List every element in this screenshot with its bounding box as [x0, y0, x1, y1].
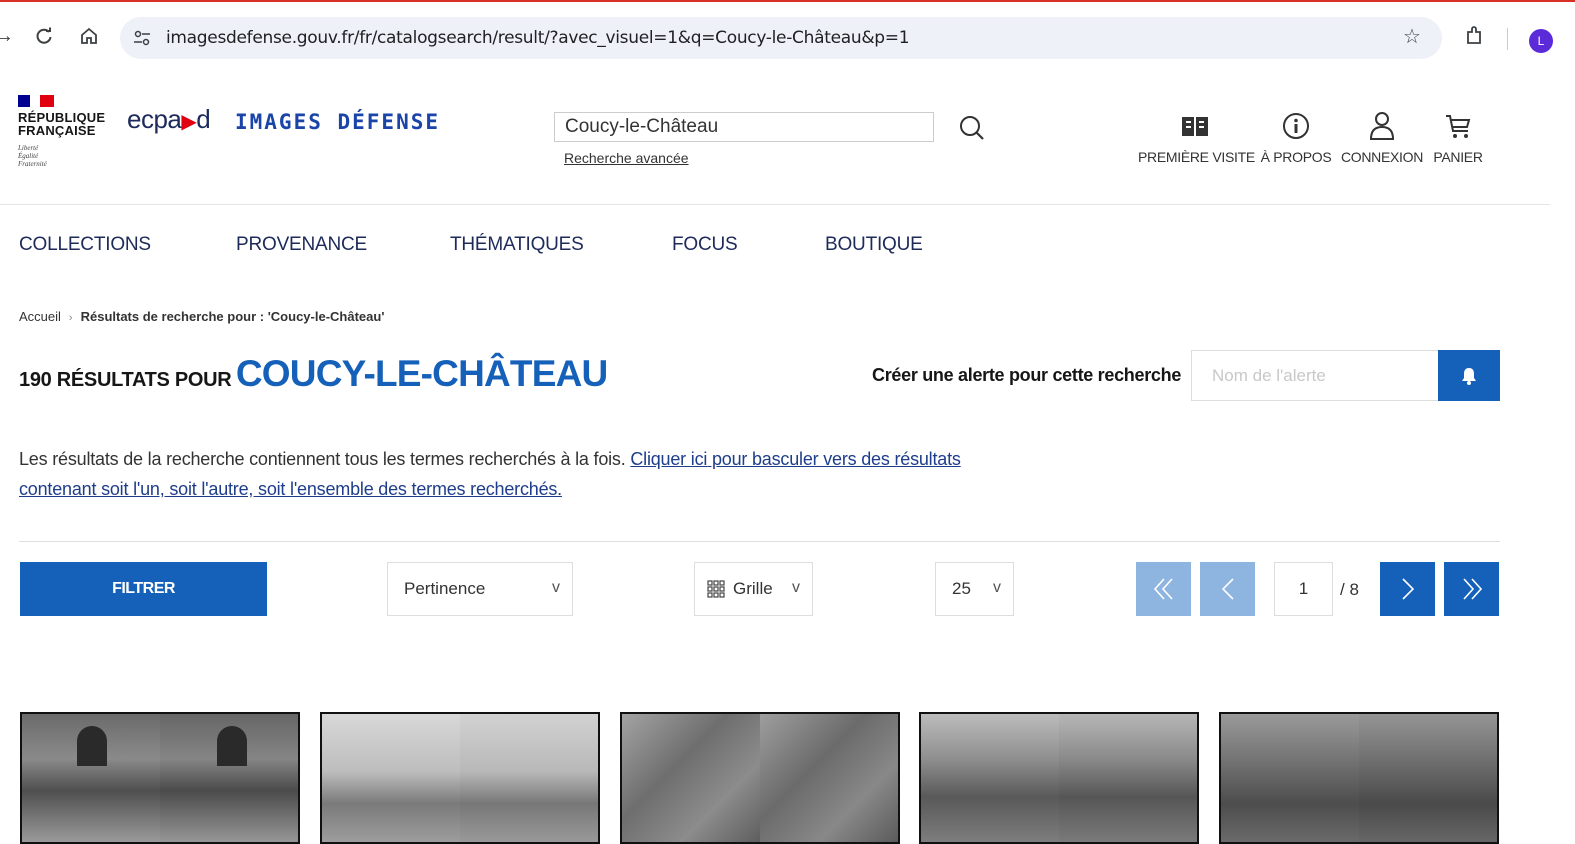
- previous-page-button[interactable]: [1200, 562, 1255, 616]
- ecpad-logo[interactable]: ecpa▶d: [127, 104, 211, 135]
- images-defense-logo[interactable]: IMAGES DÉFENSE: [235, 110, 440, 134]
- extensions-icon[interactable]: [1460, 22, 1488, 50]
- page-total: / 8: [1340, 580, 1359, 599]
- search-info: Les résultats de la recherche contiennen…: [19, 449, 961, 499]
- create-alert-button[interactable]: [1438, 350, 1500, 401]
- browser-toolbar: → imagesdefense.gouv.fr/fr/catalogsearch…: [0, 0, 1575, 68]
- search-icon[interactable]: [958, 114, 986, 147]
- header-divider: [0, 204, 1550, 205]
- double-chevron-left-icon: [1153, 578, 1173, 600]
- breadcrumb-current: Résultats de recherche pour : 'Coucy-le-…: [80, 309, 385, 324]
- filter-button[interactable]: FILTRER: [20, 562, 267, 616]
- double-chevron-right-icon: [1462, 578, 1482, 600]
- grid-icon: [707, 580, 725, 598]
- result-thumbnail[interactable]: [620, 712, 900, 844]
- chevron-down-icon: v: [993, 579, 1001, 596]
- page-title: 190 RÉSULTATS POUR COUCY-LE-CHÂTEAU: [19, 353, 608, 395]
- chevron-right-icon: [1401, 578, 1414, 600]
- result-thumbnail[interactable]: [20, 712, 300, 844]
- site-info-icon[interactable]: [133, 30, 151, 51]
- toolbar-divider: [1507, 28, 1508, 50]
- nav-thematiques[interactable]: THÉMATIQUES: [450, 234, 584, 256]
- page-number-input[interactable]: [1274, 562, 1333, 616]
- result-thumbnail[interactable]: [919, 712, 1199, 844]
- chevron-down-icon: v: [792, 579, 800, 596]
- alert-name-input[interactable]: [1191, 350, 1439, 401]
- cart-icon: [1430, 108, 1486, 144]
- breadcrumb-home[interactable]: Accueil: [19, 309, 61, 324]
- alert-label: Créer une alerte pour cette recherche: [872, 365, 1182, 385]
- divider: [19, 541, 1500, 542]
- advanced-search-link[interactable]: Recherche avancée: [564, 150, 689, 166]
- chevron-down-icon: v: [552, 579, 560, 596]
- book-icon: [1138, 108, 1252, 144]
- nav-collections[interactable]: COLLECTIONS: [19, 234, 151, 256]
- user-icon: [1339, 108, 1425, 144]
- header-cart[interactable]: PANIER: [1430, 108, 1486, 165]
- bell-icon: [1462, 367, 1476, 385]
- first-page-button[interactable]: [1136, 562, 1191, 616]
- view-select[interactable]: Grille v: [694, 562, 813, 616]
- bookmark-star-icon[interactable]: ☆: [1398, 22, 1426, 50]
- header-login[interactable]: CONNEXION: [1339, 108, 1425, 165]
- per-page-select[interactable]: 25 v: [935, 562, 1014, 616]
- next-page-button[interactable]: [1380, 562, 1435, 616]
- home-icon[interactable]: [75, 22, 103, 50]
- result-thumbnail[interactable]: [320, 712, 600, 844]
- breadcrumb: Accueil › Résultats de recherche pour : 'C…: [19, 309, 384, 324]
- info-icon: [1259, 108, 1333, 144]
- forward-icon[interactable]: →: [0, 22, 18, 50]
- results-query: COUCY-LE-CHÂTEAU: [235, 353, 608, 394]
- republique-francaise-logo[interactable]: RÉPUBLIQUE FRANÇAISE: [18, 111, 105, 137]
- results-count: 190 RÉSULTATS POUR: [19, 369, 232, 391]
- url-text[interactable]: imagesdefense.gouv.fr/fr/catalogsearch/r…: [166, 28, 910, 48]
- nav-focus[interactable]: FOCUS: [672, 234, 738, 256]
- republic-motto: Liberté Égalité Fraternité: [18, 144, 47, 168]
- profile-avatar[interactable]: L: [1529, 29, 1553, 53]
- header-first-visit[interactable]: PREMIÈRE VISITE: [1138, 108, 1255, 165]
- nav-provenance[interactable]: PROVENANCE: [236, 234, 367, 256]
- last-page-button[interactable]: [1444, 562, 1499, 616]
- header-about[interactable]: À PROPOS: [1259, 108, 1333, 165]
- chevron-left-icon: [1221, 578, 1234, 600]
- reload-icon[interactable]: [30, 22, 58, 50]
- result-thumbnail[interactable]: [1219, 712, 1499, 844]
- nav-boutique[interactable]: BOUTIQUE: [825, 234, 923, 256]
- search-input[interactable]: [554, 112, 934, 142]
- breadcrumb-separator: ›: [68, 312, 73, 324]
- sort-select[interactable]: Pertinence v: [387, 562, 573, 616]
